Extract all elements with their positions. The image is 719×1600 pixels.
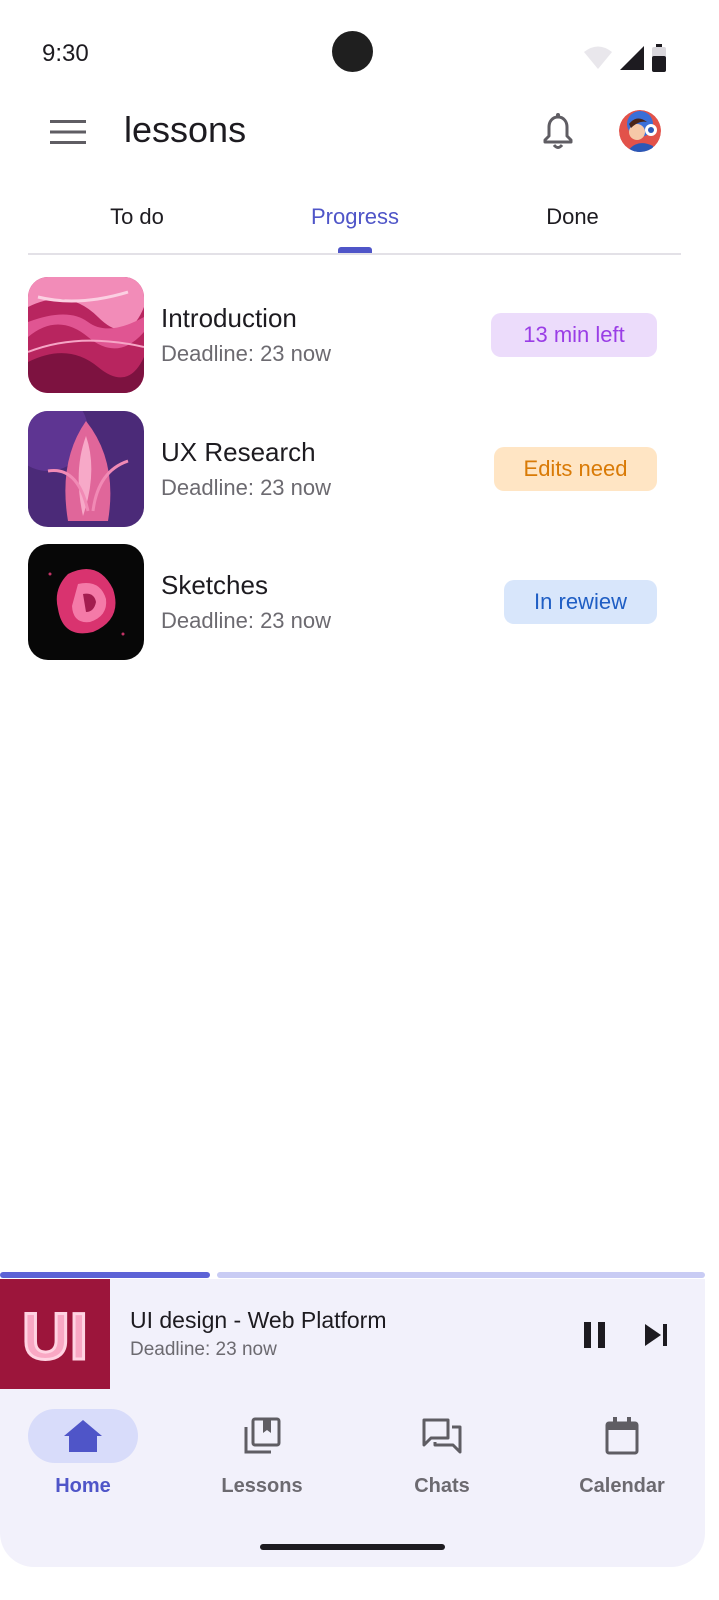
tab-done[interactable]: Done: [464, 190, 681, 253]
nav-pill: [567, 1409, 677, 1463]
home-icon: [64, 1420, 102, 1452]
lesson-title: Sketches: [161, 570, 268, 600]
status-badge: Edits need: [494, 447, 657, 491]
nav-pill: [387, 1409, 497, 1463]
tab-label: To do: [110, 204, 164, 229]
player-artwork: UI: [0, 1279, 110, 1389]
lesson-thumbnail: [28, 411, 144, 527]
status-time: 9:30: [42, 40, 89, 67]
nav-item-home[interactable]: Home: [13, 1409, 153, 1519]
tab-label: Progress: [310, 204, 400, 229]
avatar-image: [619, 110, 661, 152]
nav-active-pill: [28, 1409, 138, 1463]
player-title: UI design - Web Platform: [130, 1307, 387, 1333]
nav-item-calendar[interactable]: Calendar: [552, 1409, 692, 1519]
nav-item-lessons[interactable]: Lessons: [192, 1409, 332, 1519]
status-bar: 9:30: [0, 0, 719, 110]
abstract-pink-feather-image: [28, 411, 144, 527]
list-item[interactable]: Introduction Deadline: 23 now 13 min lef…: [28, 277, 668, 395]
nav-label: Chats: [414, 1475, 470, 1497]
signal-icon: [620, 46, 644, 70]
battery-icon: [652, 44, 666, 72]
lessons-icon: [244, 1417, 281, 1454]
active-tab-indicator: [338, 247, 372, 253]
tab-label: Done: [546, 204, 599, 229]
nav-item-chats[interactable]: Chats: [372, 1409, 512, 1519]
calendar-icon: [605, 1417, 639, 1455]
chats-icon: [422, 1418, 462, 1454]
lesson-deadline: Deadline: 23 now: [161, 475, 332, 500]
lesson-deadline: Deadline: 23 now: [161, 341, 332, 366]
nav-pill: [207, 1409, 317, 1463]
tab-bar: To do Progress Done: [28, 190, 681, 255]
pause-icon: [584, 1322, 605, 1348]
menu-icon: [50, 120, 86, 144]
page-title: lessons: [124, 109, 247, 150]
player-progress-fill: [0, 1272, 210, 1278]
home-indicator[interactable]: [260, 1544, 445, 1550]
menu-button[interactable]: [44, 112, 92, 152]
wifi-icon: [584, 46, 612, 69]
list-item[interactable]: UX Research Deadline: 23 now Edits need: [28, 411, 668, 529]
bell-icon: [543, 113, 573, 149]
list-item[interactable]: Sketches Deadline: 23 now In rewiew: [28, 544, 668, 662]
status-badge: In rewiew: [504, 580, 657, 624]
abstract-pink-wave-image: [28, 277, 144, 393]
player-deadline: Deadline: 23 now: [130, 1339, 277, 1360]
lesson-deadline: Deadline: 23 now: [161, 608, 332, 633]
notifications-button[interactable]: [535, 108, 581, 154]
bottom-navigation: Home Lessons Chats Calendar: [0, 1389, 705, 1567]
player-progress-track[interactable]: [217, 1272, 705, 1278]
next-track-button[interactable]: [637, 1315, 677, 1355]
artwork-letters: UI: [22, 1299, 88, 1373]
camera-cutout: [332, 31, 373, 72]
status-badge: 13 min left: [491, 313, 657, 357]
mini-player[interactable]: UI UI design - Web Platform Deadline: 23…: [0, 1279, 705, 1389]
pause-button[interactable]: [575, 1315, 615, 1355]
avatar[interactable]: [619, 110, 661, 152]
lesson-title: Introduction: [161, 303, 297, 333]
lesson-title: UX Research: [161, 437, 316, 467]
top-app-bar: lessons: [0, 100, 719, 164]
tab-to-do[interactable]: To do: [28, 190, 246, 253]
nav-label: Calendar: [579, 1475, 665, 1497]
status-icons: [583, 44, 667, 72]
lesson-thumbnail: [28, 544, 144, 660]
tab-progress[interactable]: Progress: [246, 190, 464, 253]
nav-label: Home: [55, 1475, 111, 1497]
skip-next-icon: [645, 1324, 667, 1346]
fluffy-ui-letters-image: UI: [0, 1279, 110, 1389]
pink-silk-on-black-image: [28, 544, 144, 660]
lesson-thumbnail: [28, 277, 144, 393]
nav-label: Lessons: [221, 1475, 303, 1497]
